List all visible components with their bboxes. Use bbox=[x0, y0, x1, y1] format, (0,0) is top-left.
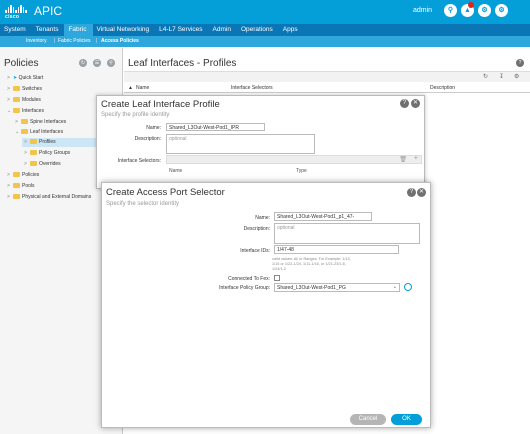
sidebar-item-profiles[interactable]: > Profiles bbox=[24, 139, 56, 145]
name-label: Name: bbox=[146, 125, 161, 131]
column-name[interactable]: Name bbox=[136, 85, 149, 91]
subtab-fabric-policies[interactable]: Fabric Policies bbox=[58, 38, 91, 44]
folder-icon bbox=[13, 97, 20, 102]
sidebar-item-quick-start[interactable]: > ➤ Quick Start bbox=[7, 75, 43, 81]
dialog-title: Create Leaf Interface Profile bbox=[101, 99, 220, 110]
subtab-inventory[interactable]: Inventory bbox=[26, 38, 47, 44]
folder-icon bbox=[30, 161, 37, 166]
connected-to-fex-label: Connected To Fex: bbox=[228, 276, 270, 282]
policy-group-value: Shared_L3Out-West-Pod1_PG bbox=[277, 285, 346, 291]
create-leaf-interface-profile-dialog: Create Leaf Interface Profile ? ✕ Specif… bbox=[96, 95, 425, 189]
policy-group-select[interactable]: Shared_L3Out-West-Pod1_PG ⌄ bbox=[274, 283, 400, 292]
page-title: Leaf Interfaces - Profiles bbox=[128, 58, 237, 69]
tree-icon[interactable]: ☰ bbox=[93, 59, 101, 67]
app-title: APIC bbox=[34, 4, 63, 18]
tab-apps[interactable]: Apps bbox=[279, 24, 304, 36]
main-tabs: System Tenants Fabric Virtual Networking… bbox=[0, 24, 530, 36]
refresh-icon[interactable]: ↻ bbox=[79, 59, 87, 67]
close-icon[interactable]: ✕ bbox=[417, 188, 426, 197]
sort-icon[interactable]: ▲ bbox=[128, 85, 133, 91]
folder-icon bbox=[30, 150, 37, 155]
chevron-down-icon: ⌄ bbox=[392, 284, 397, 290]
tab-admin[interactable]: Admin bbox=[209, 24, 237, 36]
create-access-port-selector-dialog: Create Access Port Selector ? ✕ Specify … bbox=[101, 182, 431, 428]
sidebar-item-interfaces[interactable]: ⌄ Interfaces bbox=[7, 108, 44, 114]
tab-system[interactable]: System bbox=[0, 24, 32, 36]
download-icon[interactable]: ↧ bbox=[499, 73, 504, 80]
tools-icon[interactable]: ⚙ bbox=[478, 4, 491, 17]
interface-ids-input[interactable]: 1/47-48 bbox=[274, 245, 399, 254]
subtab-separator: | bbox=[96, 38, 98, 44]
description-label: Description: bbox=[243, 226, 270, 232]
sidebar-item-leaf-interfaces[interactable]: ⌄ Leaf Interfaces bbox=[15, 129, 63, 135]
description-label: Description: bbox=[134, 136, 161, 142]
cisco-logo: cisco bbox=[5, 5, 27, 20]
brand-name: cisco bbox=[5, 14, 20, 20]
top-bar: cisco APIC admin ⚲ ▲ ⚙ ⚙ bbox=[0, 0, 530, 24]
content-toolbar: ↻ ↧ ⚙ bbox=[124, 71, 530, 82]
selector-column-type: Type bbox=[296, 168, 307, 174]
selector-name-input[interactable]: Shared_L3Out-West-Pod1_p1_47- bbox=[274, 212, 372, 221]
dialog-subtitle: Specify the selector identity bbox=[106, 201, 180, 207]
folder-icon bbox=[13, 86, 20, 91]
delete-icon[interactable]: 🗑 bbox=[399, 156, 407, 163]
settings-icon[interactable]: ⚙ bbox=[495, 4, 508, 17]
cancel-button[interactable]: Cancel bbox=[350, 414, 386, 425]
add-icon[interactable]: + bbox=[414, 155, 418, 162]
sidebar-item-switches[interactable]: > Switches bbox=[7, 86, 42, 92]
tab-operations[interactable]: Operations bbox=[237, 24, 279, 36]
folder-icon bbox=[13, 108, 20, 113]
sub-tabs: Inventory | Fabric Policies | Access Pol… bbox=[0, 36, 530, 47]
search-icon[interactable]: ⚲ bbox=[444, 4, 457, 17]
sidebar-item-modules[interactable]: > Modules bbox=[7, 97, 41, 103]
ok-button[interactable]: OK bbox=[391, 414, 422, 425]
folder-icon bbox=[21, 129, 28, 134]
dialog-title: Create Access Port Selector bbox=[106, 187, 225, 198]
selector-description-input[interactable]: optional bbox=[274, 223, 420, 244]
edit-policy-group-icon[interactable] bbox=[404, 283, 412, 291]
subtab-access-policies[interactable]: Access Policies bbox=[101, 38, 139, 44]
selectors-toolbar: 🗑 + bbox=[166, 155, 422, 164]
policy-group-label: Interface Policy Group: bbox=[219, 285, 270, 291]
connected-to-fex-checkbox[interactable] bbox=[274, 275, 280, 281]
interface-ids-hint: valid values: All or Ranges. For Example… bbox=[272, 257, 351, 271]
tab-fabric[interactable]: Fabric bbox=[64, 24, 93, 36]
close-icon[interactable]: ✕ bbox=[411, 99, 420, 108]
pane-title: Policies bbox=[4, 58, 39, 69]
help-icon[interactable]: ? bbox=[516, 59, 524, 67]
name-label: Name: bbox=[255, 215, 270, 221]
table-header: ▲ Name Interface Selectors Description bbox=[124, 83, 530, 93]
interface-ids-label: Interface IDs: bbox=[240, 248, 270, 254]
folder-icon bbox=[13, 172, 20, 177]
folder-icon bbox=[13, 194, 20, 199]
help-icon[interactable]: ? bbox=[407, 188, 416, 197]
folder-icon bbox=[30, 139, 37, 144]
refresh-icon[interactable]: ↻ bbox=[483, 73, 488, 80]
column-description[interactable]: Description bbox=[430, 85, 455, 91]
tab-tenants[interactable]: Tenants bbox=[32, 24, 65, 36]
selector-column-name: Name bbox=[169, 168, 183, 174]
folder-icon bbox=[13, 183, 20, 188]
profile-name-input[interactable]: Shared_L3Out-West-Pod1_IPR bbox=[166, 123, 265, 131]
sidebar-item-policy-groups[interactable]: > Policy Groups bbox=[24, 150, 70, 156]
sidebar-item-overrides[interactable]: > Overrides bbox=[24, 161, 61, 167]
folder-icon bbox=[21, 119, 28, 124]
alerts-badge bbox=[468, 2, 474, 8]
tools-icon[interactable]: ⚙ bbox=[514, 73, 519, 80]
interface-selectors-label: Interface Selectors: bbox=[117, 158, 161, 164]
profile-description-input[interactable]: optional bbox=[166, 134, 315, 154]
tab-virtual-networking[interactable]: Virtual Networking bbox=[93, 24, 156, 36]
tab-l4-l7-services[interactable]: L4-L7 Services bbox=[155, 24, 208, 36]
dialog-subtitle: Specify the profile identity bbox=[101, 112, 170, 118]
sidebar-item-policies[interactable]: > Policies bbox=[7, 172, 39, 178]
subtab-separator: | bbox=[54, 38, 56, 44]
user-name[interactable]: admin bbox=[413, 7, 432, 14]
sidebar-item-physical-external-domains[interactable]: > Physical and External Domains bbox=[7, 194, 91, 200]
help-icon[interactable]: ? bbox=[400, 99, 409, 108]
column-interface-selectors[interactable]: Interface Selectors bbox=[231, 85, 273, 91]
sidebar-item-pools[interactable]: > Pools bbox=[7, 183, 35, 189]
sidebar-item-spine-interfaces[interactable]: > Spine Interfaces bbox=[15, 119, 66, 125]
search-icon[interactable]: ⚲ bbox=[107, 59, 115, 67]
